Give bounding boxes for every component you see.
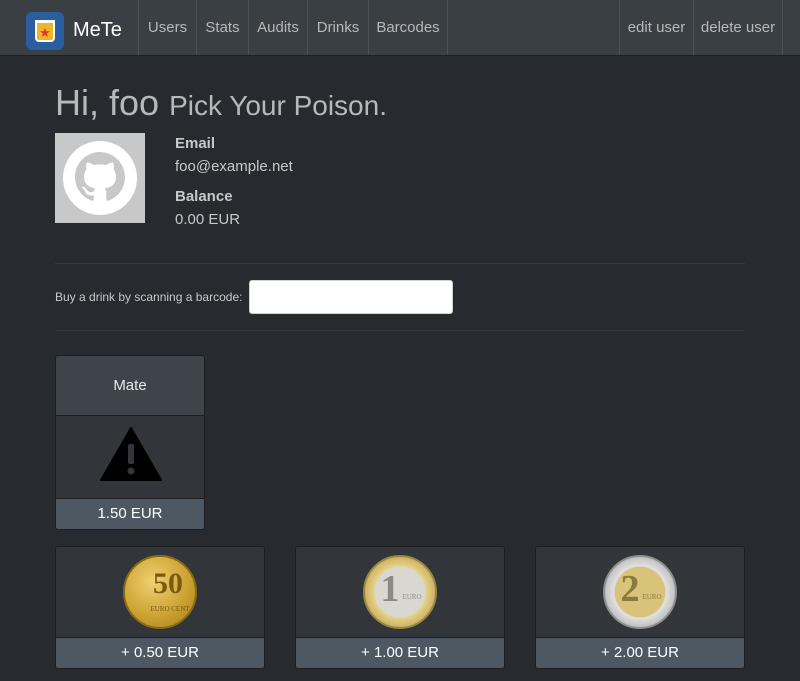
scan-label: Buy a drink by scanning a barcode: xyxy=(55,290,243,304)
balance-value: 0.00 EUR xyxy=(175,211,241,228)
greeting: Hi, foo xyxy=(55,82,160,123)
nav-users[interactable]: Users xyxy=(138,0,196,55)
navbar: ★ MeTe Users Stats Audits Drinks Barcode… xyxy=(0,0,800,56)
brand-name: MeTe xyxy=(73,18,122,41)
github-octocat-icon xyxy=(63,141,137,215)
divider xyxy=(55,330,745,331)
nav-stats[interactable]: Stats xyxy=(196,0,248,55)
avatar xyxy=(55,133,145,223)
divider xyxy=(55,263,745,264)
deposit-label: + 1.00 EUR xyxy=(296,637,504,668)
email-value: foo@example.net xyxy=(175,158,293,175)
deposit-card-1-euro[interactable]: 1 EURO + 1.00 EUR xyxy=(295,546,505,669)
email-label: Email xyxy=(175,135,216,152)
deposit-card-50-cent[interactable]: 50 EURO CENT + 0.50 EUR xyxy=(55,546,265,669)
page-subtitle: Pick Your Poison. xyxy=(169,90,387,121)
warning-icon xyxy=(100,427,162,481)
coin-1-euro-icon: 1 EURO xyxy=(363,555,437,629)
page-title: Hi, foo Pick Your Poison. xyxy=(55,82,387,124)
balance-label: Balance xyxy=(175,188,233,205)
nav-audits[interactable]: Audits xyxy=(248,0,307,55)
deposit-label: + 0.50 EUR xyxy=(56,637,264,668)
brand-link[interactable]: ★ MeTe xyxy=(26,12,122,50)
coin-50-cent-icon: 50 EURO CENT xyxy=(123,555,197,629)
coin-2-euro-icon: 2 EURO xyxy=(603,555,677,629)
mete-logo-icon: ★ xyxy=(26,12,64,50)
drink-name: Mate xyxy=(56,356,204,416)
deposit-label: + 2.00 EUR xyxy=(536,637,744,668)
barcode-input[interactable] xyxy=(249,280,453,314)
drink-price: 1.50 EUR xyxy=(56,498,204,529)
nav-delete-user[interactable]: delete user xyxy=(693,0,783,55)
deposit-card-2-euro[interactable]: 2 EURO + 2.00 EUR xyxy=(535,546,745,669)
drink-card-mate[interactable]: Mate 1.50 EUR xyxy=(55,355,205,530)
nav-edit-user[interactable]: edit user xyxy=(619,0,693,55)
nav-barcodes[interactable]: Barcodes xyxy=(368,0,448,55)
nav-drinks[interactable]: Drinks xyxy=(307,0,368,55)
